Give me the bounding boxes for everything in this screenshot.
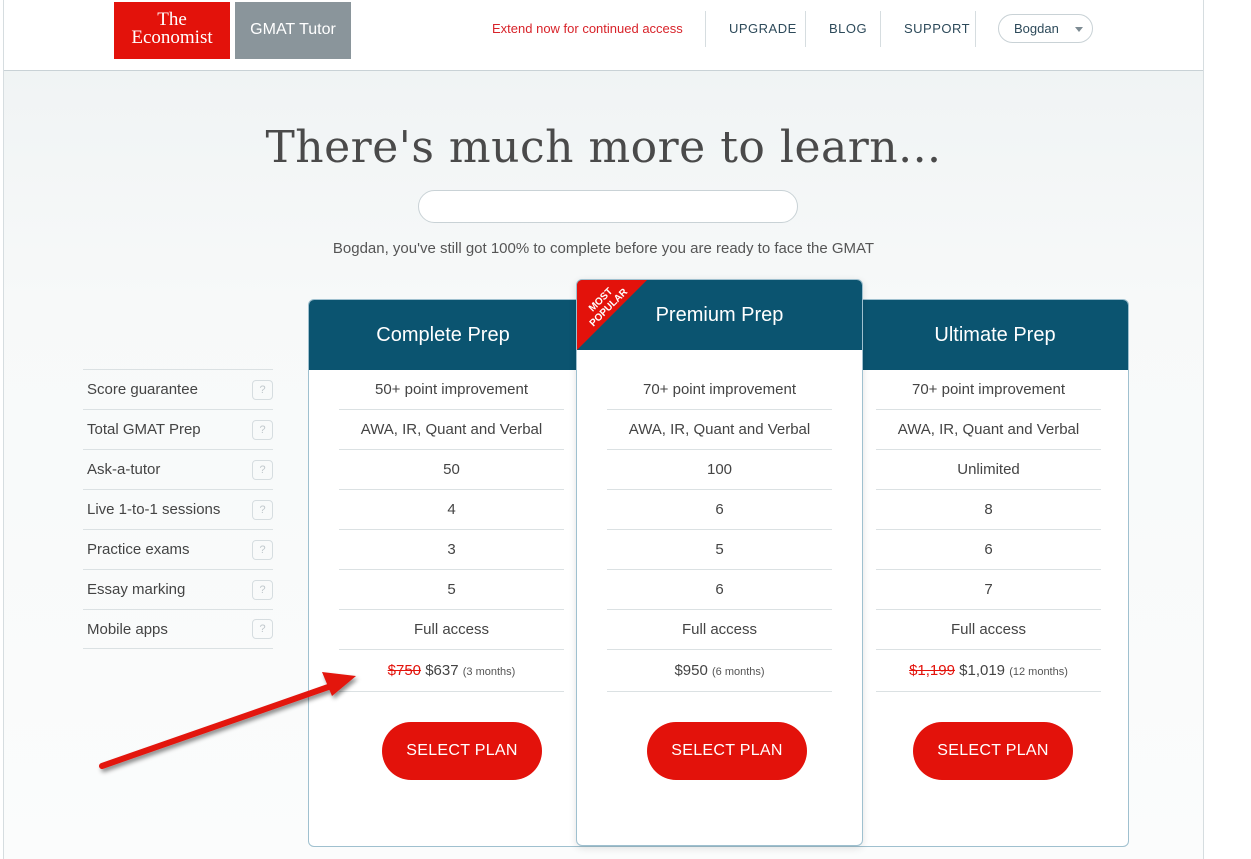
page-frame: The Economist GMAT Tutor Extend now for … <box>3 0 1204 859</box>
right-gutter <box>1205 0 1251 859</box>
annotation-arrow-icon <box>99 672 356 769</box>
